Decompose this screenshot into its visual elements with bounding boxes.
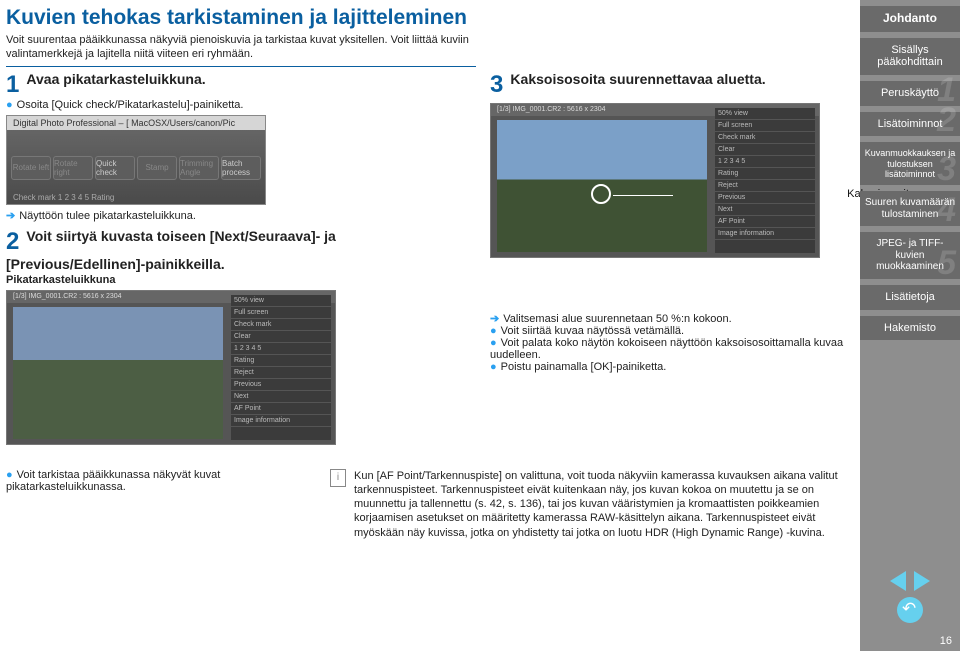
clear-button[interactable]: Clear bbox=[231, 331, 331, 343]
sidebar-item-index[interactable]: Hakemisto bbox=[860, 316, 960, 341]
step-1: 1 Avaa pikatarkasteluikkuna. Osoita [Qui… bbox=[6, 71, 476, 222]
sidebar-item-advanced[interactable]: Lisätoiminnot2 bbox=[860, 112, 960, 137]
step-3: 3 Kaksoisosoita suurennettavaa aluetta. … bbox=[490, 71, 852, 373]
screenshot-zoom: [1/3] IMG_0001.CR2 : 5616 x 2304 50% vie… bbox=[490, 103, 820, 258]
image-info-button-2[interactable]: Image information bbox=[715, 228, 815, 240]
zoom-side-panel: 50% view Full screen Check mark Clear 1 … bbox=[715, 108, 815, 253]
chapter-ghost-2: 2 bbox=[937, 101, 956, 140]
step-1-heading: Avaa pikatarkasteluikkuna. bbox=[26, 71, 205, 87]
quick-check-button[interactable]: Quick check bbox=[95, 156, 135, 180]
step-number-1: 1 bbox=[6, 71, 19, 99]
page-title: Kuvien tehokas tarkistaminen ja lajittel… bbox=[6, 6, 852, 30]
checkmark-numbers[interactable]: 1 2 3 4 5 bbox=[231, 343, 331, 355]
stamp-button[interactable]: Stamp bbox=[137, 156, 177, 180]
sidebar-item-jpegtiff[interactable]: JPEG- ja TIFF-kuvien muokkaaminen5 bbox=[860, 232, 960, 279]
sidebar-item-label: JPEG- ja TIFF-kuvien muokkaaminen bbox=[876, 238, 944, 272]
af-point-button-2[interactable]: AF Point bbox=[715, 216, 815, 228]
step-2-subhead: Pikatarkasteluikkuna bbox=[6, 274, 476, 286]
step-3-result: Valitsemasi alue suurennetaan 50 %:n kok… bbox=[490, 312, 852, 325]
af-point-button[interactable]: AF Point bbox=[231, 403, 331, 415]
sidebar-item-label: Lisätoiminnot bbox=[878, 118, 943, 130]
batch-process-button[interactable]: Batch process bbox=[221, 156, 261, 180]
chapter-ghost-3: 3 bbox=[937, 150, 956, 189]
rotate-right-button[interactable]: Rotate right bbox=[53, 156, 93, 180]
sidebar-item-moreinfo[interactable]: Lisätietoja bbox=[860, 285, 960, 310]
sidebar-item-intro[interactable]: Johdanto bbox=[860, 6, 960, 32]
sidebar-item-label: Peruskäyttö bbox=[881, 87, 939, 99]
sidebar-item-editprint[interactable]: Kuvanmuokkauksen ja tulostuksen lisätoim… bbox=[860, 142, 960, 185]
step-3-heading: Kaksoisosoita suurennettavaa aluetta. bbox=[510, 71, 765, 87]
previous-button-2[interactable]: Previous bbox=[715, 192, 815, 204]
previous-button[interactable]: Previous bbox=[231, 379, 331, 391]
qc-image bbox=[13, 307, 223, 439]
double-click-marker bbox=[591, 184, 611, 204]
window-titlebar: Digital Photo Professional – [ MacOSX/Us… bbox=[7, 116, 265, 130]
back-button[interactable] bbox=[897, 597, 923, 623]
fullscreen-button[interactable]: Full screen bbox=[231, 307, 331, 319]
step-number-2: 2 bbox=[6, 228, 19, 256]
step-3-b2: Voit palata koko näytön kokoiseen näyttö… bbox=[490, 337, 852, 361]
next-button[interactable]: Next bbox=[231, 391, 331, 403]
checkmark-label: Check mark bbox=[231, 319, 331, 331]
reject-button-2[interactable]: Reject bbox=[715, 180, 815, 192]
image-info-button[interactable]: Image information bbox=[231, 415, 331, 427]
chapter-ghost-4: 4 bbox=[937, 191, 956, 230]
sidebar-item-contents[interactable]: Sisällys pääkohdittain bbox=[860, 38, 960, 75]
fullscreen-button-2[interactable]: Full screen bbox=[715, 120, 815, 132]
bottom-note-right: Kun [AF Point/Tarkennuspiste] on valittu… bbox=[354, 469, 852, 540]
screenshot-quickcheck: [1/3] IMG_0001.CR2 : 5616 x 2304 50% vie… bbox=[6, 290, 336, 445]
screenshot-toolbar: Digital Photo Professional – [ MacOSX/Us… bbox=[6, 115, 266, 205]
checkmark-numbers-2[interactable]: 1 2 3 4 5 bbox=[715, 156, 815, 168]
qc-side-panel: 50% view Full screen Check mark Clear 1 … bbox=[231, 295, 331, 440]
chapter-ghost-5: 5 bbox=[937, 244, 956, 283]
checkmark-label-2: Check mark bbox=[715, 132, 815, 144]
step-1-result: Näyttöön tulee pikatarkasteluikkuna. bbox=[6, 209, 476, 222]
step-number-3: 3 bbox=[490, 71, 503, 99]
rating-label-2: Rating bbox=[715, 168, 815, 180]
rating-label: Rating bbox=[231, 355, 331, 367]
fifty-view-button[interactable]: 50% view bbox=[231, 295, 331, 307]
rotate-left-button[interactable]: Rotate left bbox=[11, 156, 51, 180]
step-1-bullet: Osoita [Quick check/Pikatarkastelu]-pain… bbox=[6, 99, 476, 111]
page-number: 16 bbox=[860, 635, 960, 651]
step-3-b3: Poistu painamalla [OK]-painiketta. bbox=[490, 361, 852, 373]
trimming-button[interactable]: Trimming Angle bbox=[179, 156, 219, 180]
bottom-note-left: Voit tarkistaa pääikkunassa näkyvät kuva… bbox=[6, 469, 220, 493]
clear-button-2[interactable]: Clear bbox=[715, 144, 815, 156]
chapter-sidebar: Johdanto Sisällys pääkohdittain Peruskäy… bbox=[860, 0, 960, 651]
step-2-heading: Voit siirtyä kuvasta toiseen [Next/Seura… bbox=[6, 228, 336, 272]
info-icon: i bbox=[330, 469, 346, 487]
step-2: 2 Voit siirtyä kuvasta toiseen [Next/Seu… bbox=[6, 228, 476, 445]
prev-page-button[interactable] bbox=[890, 571, 906, 591]
next-button-2[interactable]: Next bbox=[715, 204, 815, 216]
fifty-view-button-2[interactable]: 50% view bbox=[715, 108, 815, 120]
next-page-button[interactable] bbox=[914, 571, 930, 591]
reject-button[interactable]: Reject bbox=[231, 367, 331, 379]
check-mark-row: Check mark 1 2 3 4 5 Rating bbox=[13, 193, 114, 202]
intro-text: Voit suurentaa pääikkunassa näkyviä pien… bbox=[6, 34, 476, 62]
divider bbox=[6, 66, 476, 67]
sidebar-item-large[interactable]: Suuren kuvamäärän tulostaminen4 bbox=[860, 191, 960, 226]
step-3-b1: Voit siirtää kuvaa näytössä vetämällä. bbox=[490, 325, 852, 337]
